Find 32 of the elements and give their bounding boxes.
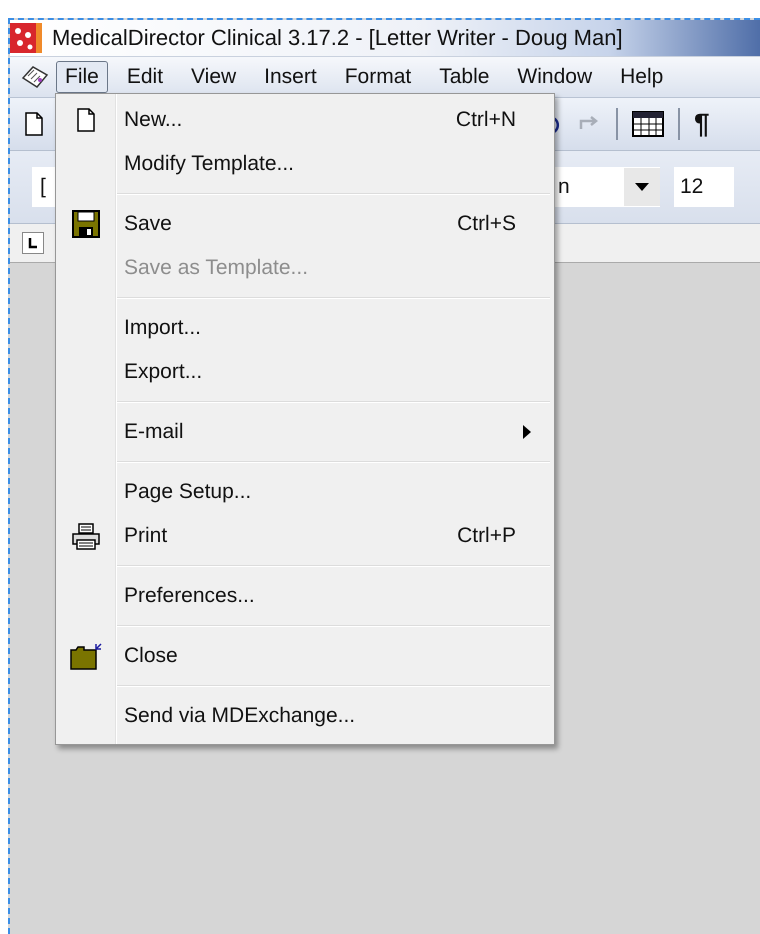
menu-item[interactable]: View xyxy=(182,61,246,93)
menu-item[interactable]: Help xyxy=(611,61,672,93)
app-menu-icon xyxy=(20,64,50,90)
page-icon xyxy=(76,108,96,132)
menu-item[interactable]: Save Ctrl+S xyxy=(56,202,554,246)
window-title: MedicalDirector Clinical 3.17.2 - [Letter Writer - Doug Man] xyxy=(52,25,623,51)
menu-item[interactable]: Page Setup... xyxy=(56,470,554,514)
menu-item[interactable]: Edit xyxy=(118,61,172,93)
menu-item[interactable]: Format xyxy=(336,61,420,93)
paragraph-mark-button[interactable]: ¶ xyxy=(694,108,710,140)
menu-item[interactable]: Insert xyxy=(255,61,326,93)
dropdown-arrow-icon xyxy=(634,182,650,192)
menu-item[interactable]: Window xyxy=(508,61,602,93)
tab-stop-icon xyxy=(22,232,44,254)
menu-item[interactable]: Modify Template... xyxy=(56,142,554,186)
menu-item[interactable]: Send via MDExchange... xyxy=(56,694,554,738)
app-logo-icon xyxy=(10,23,42,53)
folder-arrow-icon xyxy=(70,641,102,671)
menu-item[interactable]: Table xyxy=(430,61,498,93)
table-icon xyxy=(632,111,664,137)
font-name-text: n xyxy=(558,175,570,199)
menu-item[interactable]: File xyxy=(56,61,108,93)
menu-item[interactable]: Close xyxy=(56,634,554,678)
new-document-icon xyxy=(24,112,44,136)
menu-item[interactable]: Export... xyxy=(56,350,554,394)
menu-item[interactable]: Import... xyxy=(56,306,554,350)
menu-item[interactable]: Print Ctrl+P xyxy=(56,514,554,558)
printer-icon xyxy=(71,522,101,550)
menu-item[interactable]: Preferences... xyxy=(56,574,554,618)
menu-item[interactable]: E-mail xyxy=(56,410,554,454)
font-size-field[interactable]: 12 xyxy=(674,167,734,207)
menu-item[interactable]: New... Ctrl+N xyxy=(56,98,554,142)
